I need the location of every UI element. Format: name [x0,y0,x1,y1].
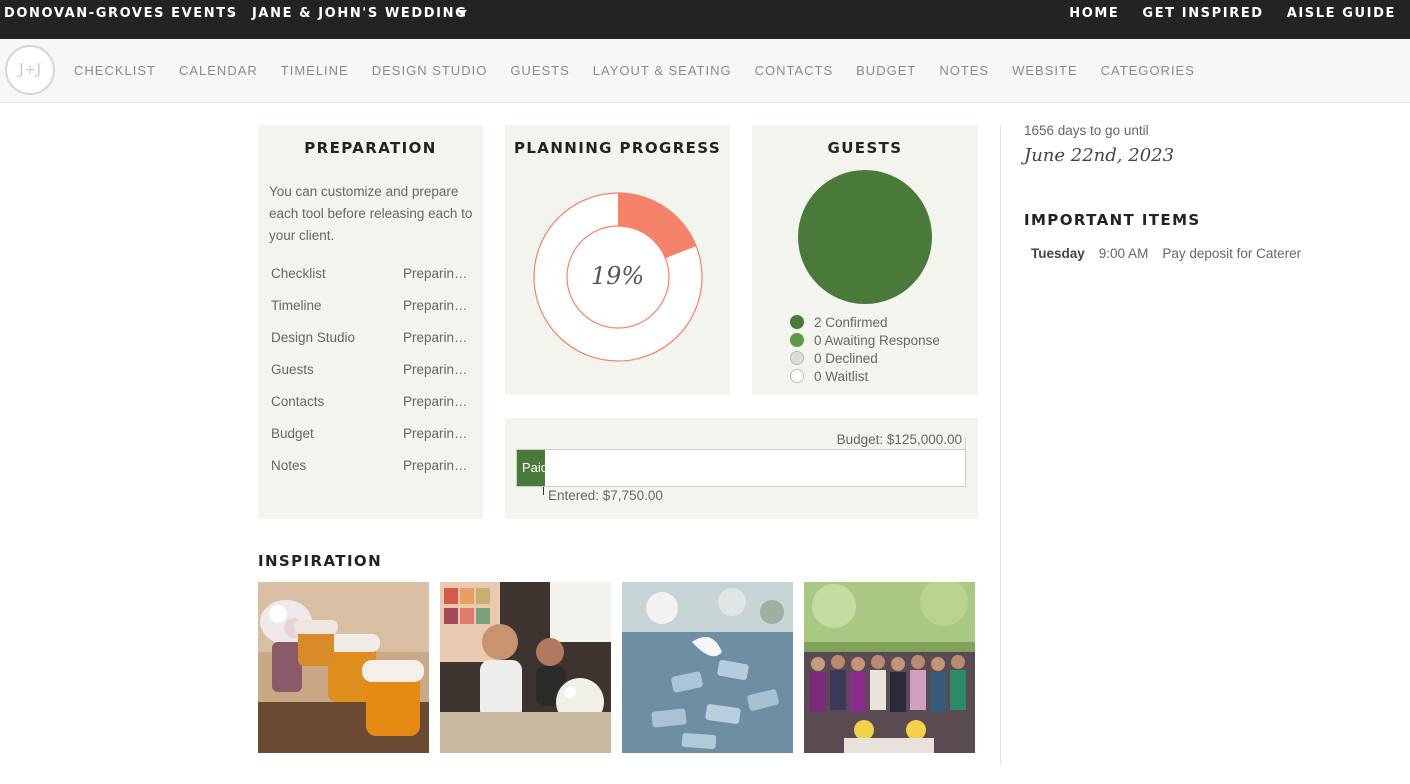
tab-contacts[interactable]: CONTACTS [755,63,834,78]
tool-status: Preparing... [403,394,471,409]
legend-label: 0 Awaiting Response [814,332,940,348]
tool-status: Preparing... [403,458,471,473]
top-nav: HOME GET INSPIRED AISLE GUIDE [1046,6,1396,21]
tool-name: Budget [271,426,314,441]
tab-budget[interactable]: BUDGET [856,63,916,78]
toast-image [440,582,611,753]
tool-status: Preparing... [403,266,471,281]
planning-progress-title: PLANNING PROGRESS [513,139,722,157]
inspiration-photo-escort-cards[interactable] [622,582,793,753]
tool-name: Notes [271,458,307,473]
preparation-description: You can customize and prepare each tool … [269,184,473,243]
budget-bar: Paid [516,449,966,487]
confirmed-dot-icon [790,315,804,329]
event-selector[interactable]: JANE & JOHN'S WEDDING [252,6,467,21]
tab-design-studio[interactable]: DESIGN STUDIO [372,63,488,78]
group-image [804,582,975,753]
tool-row-guests[interactable]: Guests Preparing... [271,362,471,394]
top-bar: DONOVAN-GROVES EVENTS › JANE & JOHN'S WE… [0,0,1410,39]
important-items-title: IMPORTANT ITEMS [1024,211,1201,229]
countdown-text: 1656 days to go until [1024,123,1149,138]
legend-confirmed: 2 Confirmed [790,313,940,331]
tool-name: Design Studio [271,330,356,345]
tool-status: Preparing... [403,362,471,377]
breadcrumb-chevron-icon: › [229,4,234,21]
sidebar-divider [1000,125,1001,765]
tool-row-checklist[interactable]: Checklist Preparing... [271,266,471,298]
tab-guests[interactable]: GUESTS [510,63,569,78]
budget-paid-fill: Paid [517,450,545,486]
tool-row-budget[interactable]: Budget Preparing... [271,426,471,458]
legend-declined: 0 Declined [790,349,940,367]
planning-progress-card[interactable]: PLANNING PROGRESS 19% [505,125,730,395]
tool-row-notes[interactable]: Notes Preparing... [271,458,471,490]
organization-name[interactable]: DONOVAN-GROVES EVENTS [4,6,238,21]
tool-list: Checklist Preparing... Timeline Preparing.… [271,266,471,490]
inspiration-photo-toast[interactable] [440,582,611,753]
chevron-down-icon[interactable] [457,10,467,16]
progress-percent: 19% [590,262,645,290]
escort-cards-image [622,582,793,753]
legend-awaiting: 0 Awaiting Response [790,331,940,349]
important-item-text: Pay deposit for Caterer [1162,246,1302,261]
tool-row-timeline[interactable]: Timeline Preparing... [271,298,471,330]
avatar[interactable]: J+J [5,45,55,95]
nav-get-inspired-link[interactable]: GET INSPIRED [1142,6,1263,21]
tab-calendar[interactable]: CALENDAR [179,63,258,78]
tab-notes[interactable]: NOTES [939,63,989,78]
entered-marker [543,487,544,495]
legend-label: 2 Confirmed [814,314,888,330]
preparation-title: PREPARATION [304,139,437,157]
budget-entered: Entered: $7,750.00 [548,488,663,503]
important-item-time: 9:00 AM [1098,246,1149,261]
legend-label: 0 Declined [814,350,878,366]
budget-total: Budget: $125,000.00 [836,432,962,447]
awaiting-dot-icon [790,333,804,347]
tool-name: Timeline [271,298,322,313]
important-item[interactable]: Tuesday 9:00 AM Pay deposit for Caterer [1031,246,1301,261]
waitlist-dot-icon [790,369,804,383]
tab-website[interactable]: WEBSITE [1012,63,1078,78]
budget-card[interactable]: Budget: $125,000.00 Paid Entered: $7,750… [505,418,978,519]
tab-timeline[interactable]: TIMELINE [281,63,349,78]
nav-home-link[interactable]: HOME [1069,6,1119,21]
tab-categories[interactable]: CATEGORIES [1101,63,1195,78]
inspiration-photo-honey-jars[interactable] [258,582,429,753]
tool-row-design-studio[interactable]: Design Studio Preparing... [271,330,471,362]
guests-title: GUESTS [827,139,903,157]
tool-nav: J+J CHECKLIST CALENDAR TIMELINE DESIGN S… [0,39,1410,103]
legend-waitlist: 0 Waitlist [790,367,940,385]
honey-jars-image [258,582,429,753]
tab-checklist[interactable]: CHECKLIST [74,63,156,78]
tool-name: Contacts [271,394,325,409]
tool-status: Preparing... [403,330,471,345]
tool-row-contacts[interactable]: Contacts Preparing... [271,394,471,426]
guests-card[interactable]: GUESTS 2 Confirmed 0 Awaiting Response 0… [752,125,978,395]
tool-name: Checklist [271,266,326,281]
important-item-day: Tuesday [1031,246,1085,261]
tool-name: Guests [271,362,314,377]
wedding-date: June 22nd, 2023 [1024,145,1175,166]
declined-dot-icon [790,351,804,365]
guest-legend: 2 Confirmed 0 Awaiting Response 0 Declin… [790,313,940,385]
tool-status: Preparing... [403,298,471,313]
inspiration-title: INSPIRATION [258,552,383,570]
guest-pie-chart [798,170,932,304]
preparation-card: PREPARATION You can customize and prepar… [258,125,483,519]
nav-aisle-guide-link[interactable]: AISLE GUIDE [1287,6,1396,21]
tab-layout-seating[interactable]: LAYOUT & SEATING [593,63,732,78]
tool-status: Preparing... [403,426,471,441]
legend-label: 0 Waitlist [814,368,869,384]
inspiration-photo-group[interactable] [804,582,975,753]
